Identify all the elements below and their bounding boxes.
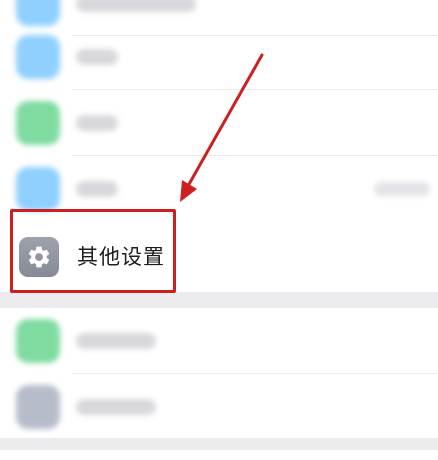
blurred-label (76, 181, 118, 197)
section-gap (0, 292, 438, 308)
highlight-box (10, 209, 176, 293)
settings-screen: 其他设置 (0, 0, 438, 460)
settings-group-next (0, 450, 438, 460)
blurred-label (76, 49, 118, 65)
settings-group-top (0, 0, 438, 222)
app-icon (16, 167, 60, 211)
app-icon (16, 101, 60, 145)
blurred-label (76, 399, 156, 415)
app-icon (16, 0, 60, 26)
blurred-value (374, 182, 430, 196)
blurred-label (76, 0, 196, 12)
blurred-label (76, 333, 156, 349)
app-icon (16, 35, 60, 79)
blurred-label (76, 115, 118, 131)
settings-row-blurred[interactable] (0, 308, 438, 374)
settings-row-blurred[interactable] (0, 90, 438, 156)
app-icon (16, 385, 60, 429)
settings-group-bottom (0, 308, 438, 438)
app-icon (16, 319, 60, 363)
settings-row-blurred[interactable] (0, 374, 438, 440)
settings-row-blurred[interactable] (0, 24, 438, 90)
